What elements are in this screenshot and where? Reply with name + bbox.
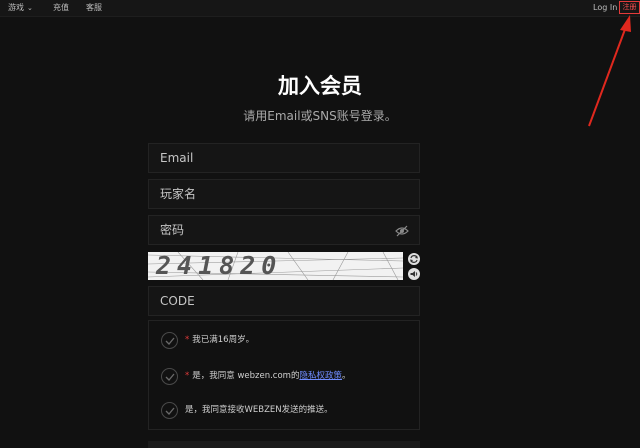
- audio-icon[interactable]: [408, 268, 420, 280]
- password-field[interactable]: [149, 216, 419, 244]
- term-marketing-checkbox[interactable]: 是，我同意接收WEBZEN发送的推送。: [149, 396, 419, 426]
- nav-item-support[interactable]: 客服: [86, 3, 102, 13]
- captcha-code-field[interactable]: [149, 287, 419, 315]
- email-field-wrapper: [148, 143, 420, 173]
- term-privacy-checkbox[interactable]: * 是，我同意 webzen.com的隐私权政策。: [149, 362, 419, 392]
- term-age-label: * 我已满16周岁。: [185, 335, 255, 345]
- check-icon: [161, 402, 178, 419]
- check-icon: [161, 332, 178, 349]
- email-field[interactable]: [149, 144, 419, 172]
- chevron-down-icon: ⌄: [27, 4, 33, 12]
- password-field-wrapper: [148, 215, 420, 245]
- captcha-image: 241820: [148, 252, 403, 280]
- nav-item-games[interactable]: 游戏 ⌄: [8, 3, 33, 13]
- term-age-checkbox[interactable]: * 我已满16周岁。: [149, 326, 419, 356]
- required-star: *: [185, 371, 190, 381]
- top-nav-bar: 游戏 ⌄ 充值 客服 Log In 注册: [0, 0, 640, 17]
- check-icon: [161, 368, 178, 385]
- username-field-wrapper: [148, 179, 420, 209]
- register-link[interactable]: 注册: [619, 1, 640, 14]
- submit-button-partial[interactable]: [148, 441, 420, 448]
- page-title: 加入会员: [278, 74, 362, 98]
- eye-slash-icon[interactable]: [395, 225, 409, 237]
- username-field[interactable]: [149, 180, 419, 208]
- required-star: *: [185, 335, 190, 345]
- terms-box: * 我已满16周岁。 * 是，我同意 webzen.com的隐私权政策。 是，我同意…: [148, 320, 420, 430]
- privacy-policy-link[interactable]: 隐私权政策: [299, 371, 342, 381]
- nav-item-recharge[interactable]: 充值: [53, 3, 69, 13]
- term-marketing-label: 是，我同意接收WEBZEN发送的推送。: [185, 405, 333, 415]
- nav-item-games-label: 游戏: [8, 3, 24, 12]
- refresh-icon[interactable]: [408, 253, 420, 265]
- captcha-code: 241820: [156, 252, 283, 280]
- term-privacy-label: * 是，我同意 webzen.com的隐私权政策。: [185, 371, 351, 381]
- login-link[interactable]: Log In: [593, 3, 617, 13]
- code-field-wrapper: [148, 286, 420, 316]
- page-subtitle: 请用Email或SNS账号登录。: [243, 109, 397, 123]
